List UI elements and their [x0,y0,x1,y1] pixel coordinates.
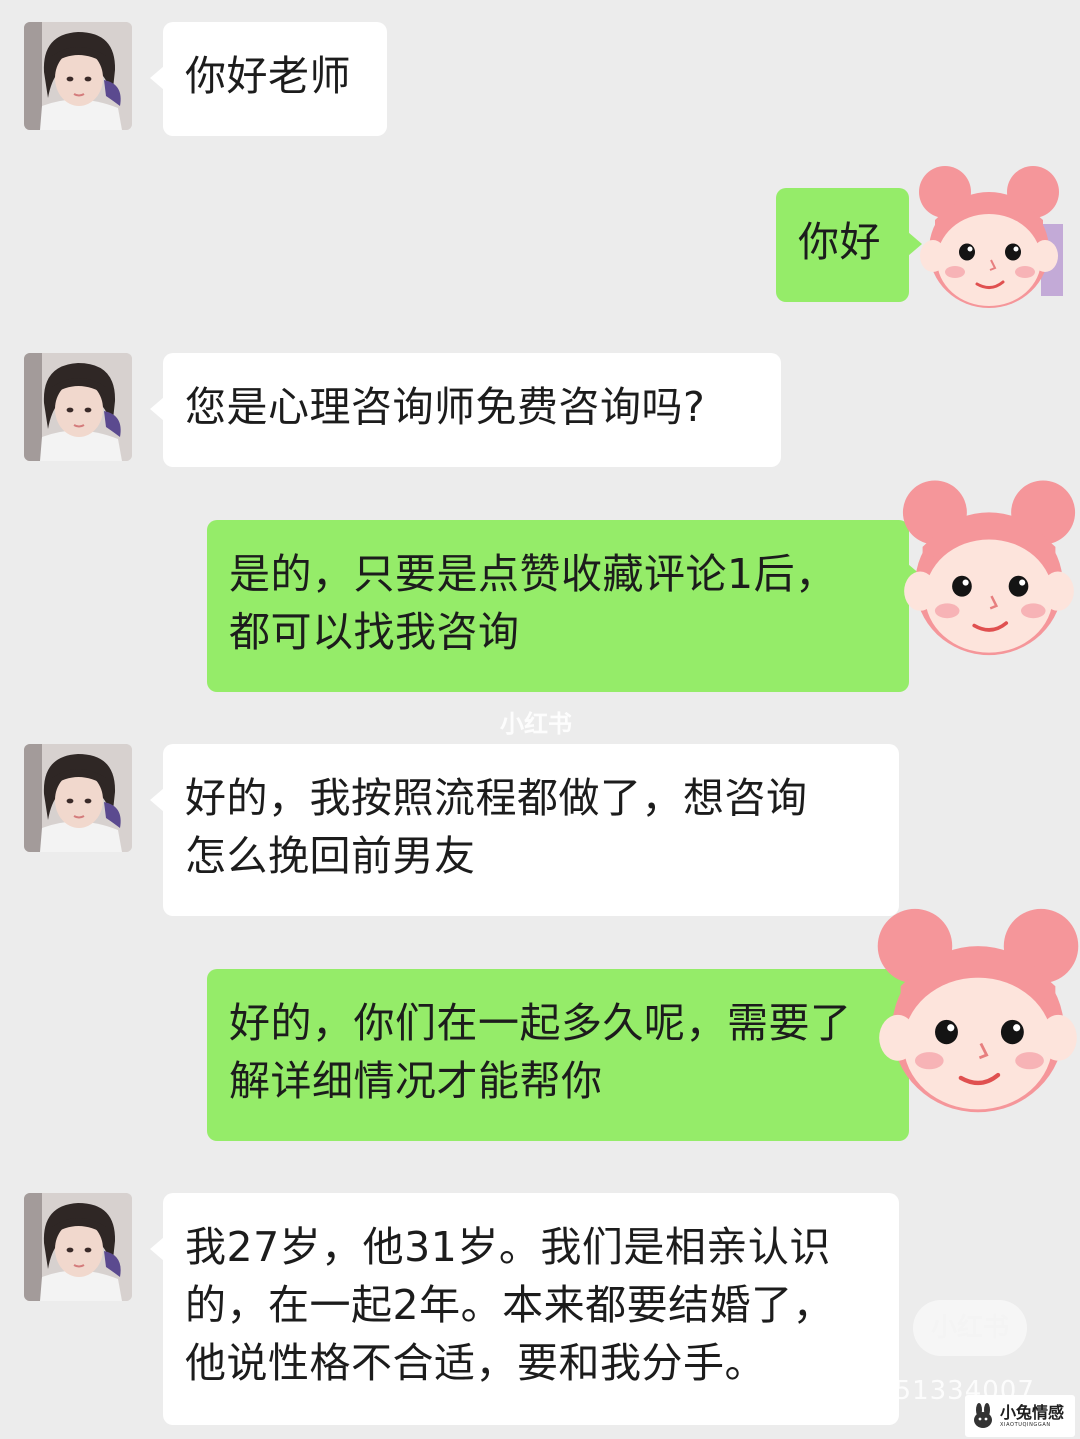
girl-avatar-icon [24,1193,132,1301]
user-avatar[interactable] [24,22,132,130]
outgoing-message: 好的，你们在一起多久呢，需要了 解详细情况才能帮你 [207,969,922,1141]
girl-avatar-icon [24,353,132,461]
pink-hair-girl-icon [877,908,1079,1113]
counselor-avatar[interactable] [898,478,1080,660]
counselor-avatar[interactable] [915,164,1063,312]
pink-hair-girl-icon [919,166,1063,308]
incoming-message: 您是心理咨询师免费咨询吗? [150,353,781,467]
outgoing-message: 你好 [776,188,922,302]
girl-avatar-icon [24,22,132,130]
pink-hair-girl-icon [902,480,1076,656]
xiaohongshu-logo-watermark: 小红书 [913,1300,1027,1356]
incoming-message: 你好老师 [150,22,387,136]
girl-avatar-icon [24,744,132,852]
user-avatar[interactable] [24,1193,132,1301]
outgoing-message: 是的，只要是点赞收藏评论1后， 都可以找我咨询 [207,520,922,692]
incoming-message: 好的，我按照流程都做了，想咨询 怎么挽回前男友 [150,744,899,916]
xiaohongshu-watermark: 小红书 [500,710,572,738]
user-avatar[interactable] [24,353,132,461]
chat-conversation: 你好老师 你好 您是心理咨询师免费咨询吗? 是的，只要是点赞收藏评论1后， 都可… [0,0,1080,1439]
counselor-avatar[interactable] [872,906,1080,1118]
brand-name: 小兔情感 [1000,1402,1065,1422]
brand-badge: 小兔情感 XIAOTUQINGGAN [965,1395,1075,1437]
rabbit-logo-icon [974,1403,992,1428]
brand-pinyin: XIAOTUQINGGAN [1000,1421,1051,1428]
user-avatar[interactable] [24,744,132,852]
